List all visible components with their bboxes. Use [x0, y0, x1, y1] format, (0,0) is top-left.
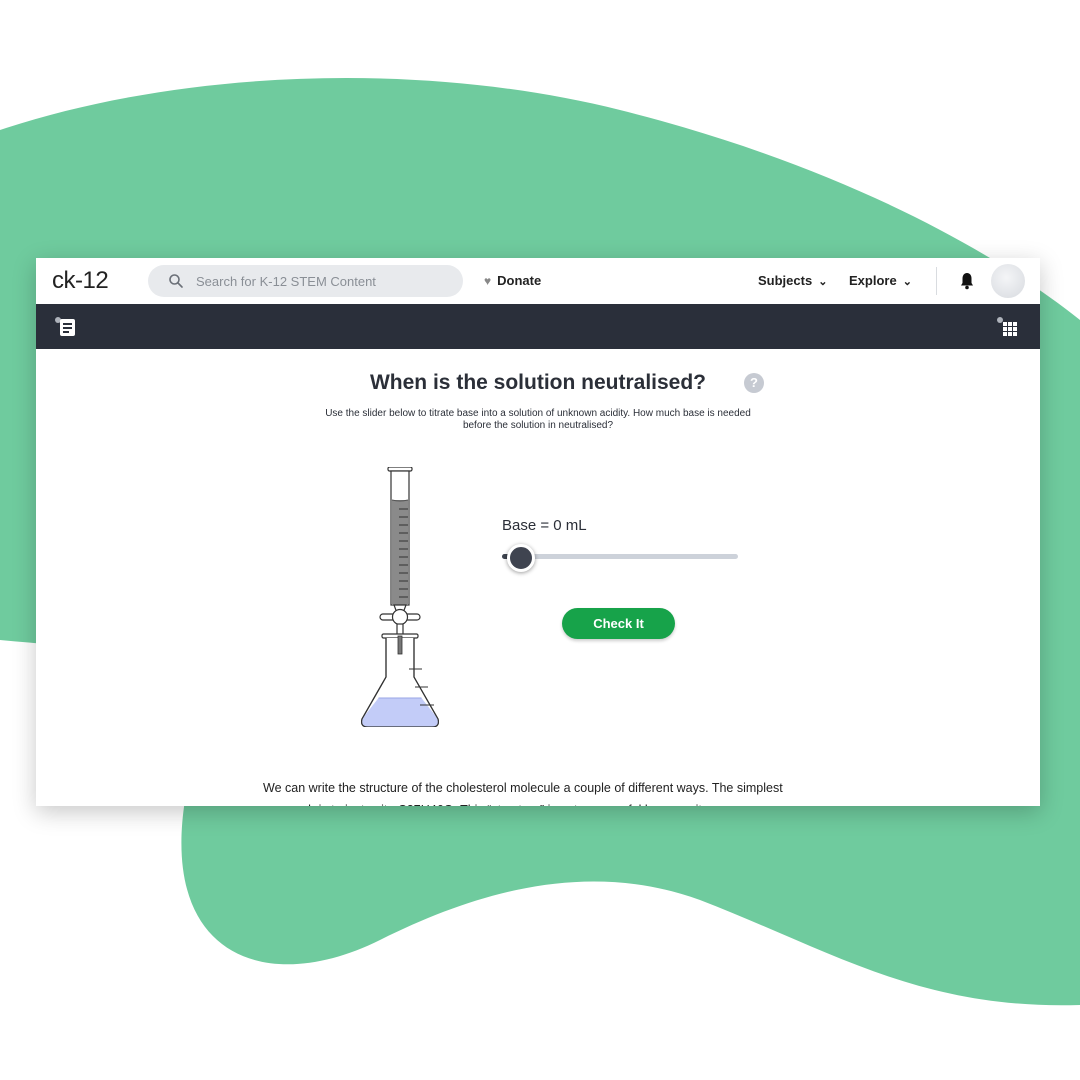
avatar[interactable]	[991, 264, 1025, 298]
bell-icon[interactable]	[959, 272, 975, 290]
heart-icon: ♥	[484, 273, 492, 288]
browser-window: ck-12 ♥ Donate Subjects ⌄ Explore ⌄	[36, 258, 1040, 806]
lesson-paragraph: We can write the structure of the choles…	[263, 781, 783, 806]
help-icon[interactable]: ?	[744, 373, 764, 393]
apps-grid-icon[interactable]	[996, 316, 1020, 338]
divider	[936, 267, 937, 295]
top-navigation: ck-12 ♥ Donate Subjects ⌄ Explore ⌄	[36, 258, 1040, 305]
slider-track	[502, 554, 738, 559]
base-slider[interactable]	[502, 544, 738, 572]
notes-icon[interactable]	[54, 316, 78, 338]
ck12-logo[interactable]: ck-12	[52, 267, 109, 295]
explore-label: Explore	[849, 273, 897, 288]
titration-apparatus	[361, 467, 439, 727]
resource-toolbar	[36, 304, 1040, 349]
donate-link[interactable]: ♥ Donate	[484, 273, 541, 288]
search-input[interactable]	[196, 265, 446, 297]
chevron-down-icon: ⌄	[818, 276, 828, 288]
question-title: When is the solution neutralised?	[369, 371, 707, 394]
chevron-down-icon: ⌄	[902, 276, 912, 288]
question-instructions: Use the slider below to titrate base int…	[325, 408, 751, 431]
search-bar[interactable]	[148, 265, 463, 297]
base-volume-label: Base = 0 mL	[502, 517, 587, 534]
donate-label: Donate	[497, 273, 542, 288]
explore-menu[interactable]: Explore ⌄	[849, 273, 912, 288]
search-icon	[169, 274, 183, 288]
subjects-menu[interactable]: Subjects ⌄	[758, 273, 827, 288]
check-it-button[interactable]: Check It	[562, 608, 675, 639]
question-area: When is the solution neutralised? ? Use …	[36, 349, 1040, 806]
slider-thumb[interactable]	[507, 544, 535, 572]
subjects-label: Subjects	[758, 273, 813, 288]
